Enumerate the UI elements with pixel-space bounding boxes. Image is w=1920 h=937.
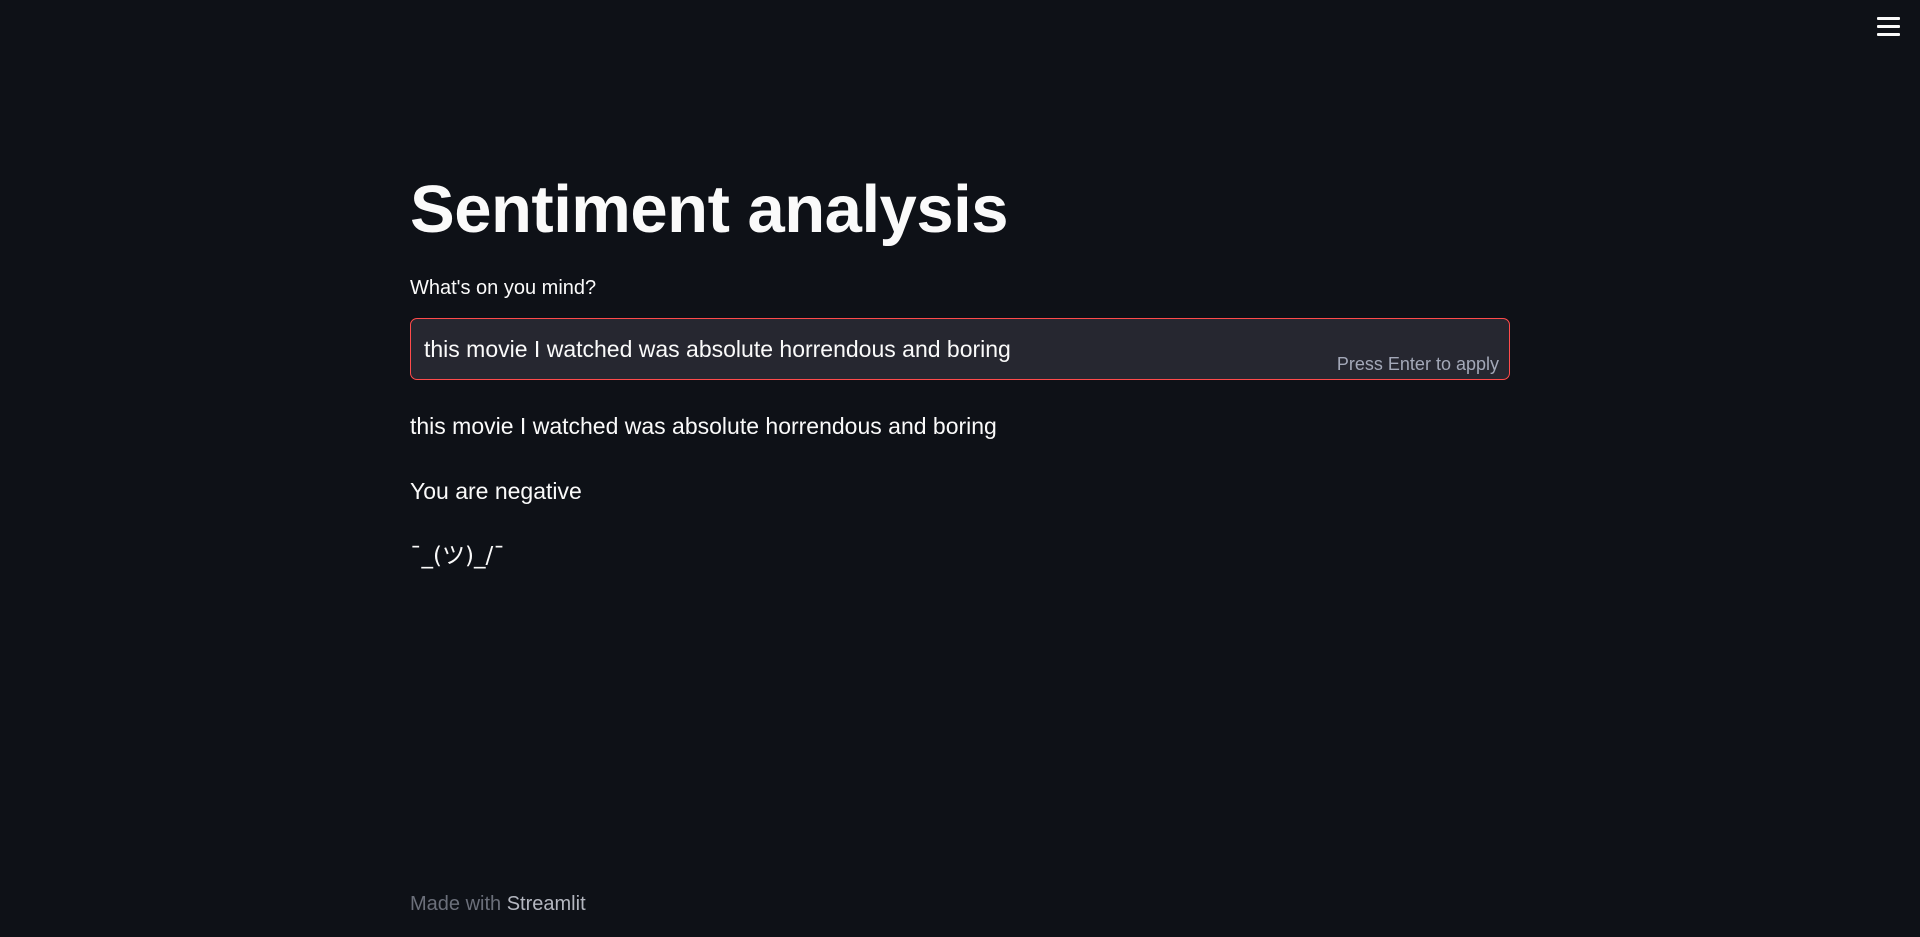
menu-bar [1877, 32, 1900, 36]
hamburger-menu-icon[interactable] [1877, 14, 1903, 38]
streamlit-link[interactable]: Streamlit [507, 893, 586, 915]
menu-bar [1877, 16, 1900, 20]
app-root: Sentiment analysis What's on you mind? P… [0, 0, 1920, 937]
main-content: Sentiment analysis What's on you mind? P… [410, 170, 1510, 572]
input-hint: Press Enter to apply [1336, 354, 1499, 374]
text-input-container[interactable]: Press Enter to apply [410, 318, 1510, 380]
shrug-emoticon: ¯_(ツ)_/¯ [410, 543, 505, 569]
echo-text: this movie I watched was absolute horren… [410, 413, 997, 439]
footer-prefix: Made with [410, 893, 507, 915]
footer: Made with Streamlit [410, 890, 586, 918]
page-title: Sentiment analysis [410, 172, 1008, 247]
menu-bar [1877, 24, 1900, 28]
input-label: What's on you mind? [410, 277, 597, 299]
sentiment-result: You are negative [410, 478, 582, 504]
